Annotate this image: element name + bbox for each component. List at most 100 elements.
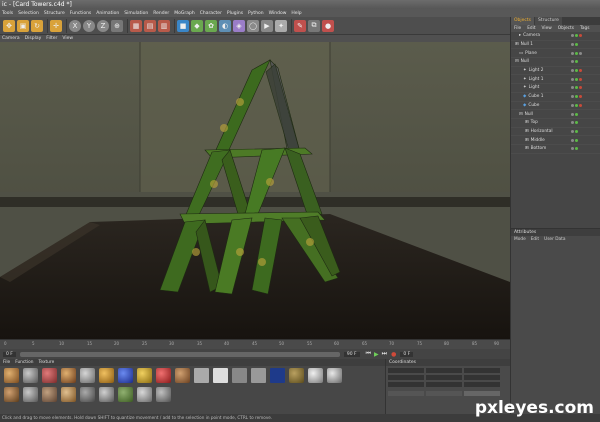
coord-field[interactable]	[426, 375, 462, 380]
material-swatch[interactable]	[175, 368, 190, 383]
sculpt-icon[interactable]: ✎	[294, 19, 306, 32]
material-swatch[interactable]	[80, 368, 95, 383]
coord-field[interactable]	[388, 375, 424, 380]
viewport-menu-display[interactable]: Display	[25, 36, 42, 41]
live-selection-icon[interactable]: ✛	[50, 19, 62, 32]
material-menu-function[interactable]: Function	[15, 360, 33, 365]
rotate-tool-icon[interactable]: ↻	[31, 19, 43, 32]
viewport-menu-view[interactable]: View	[62, 36, 73, 41]
subdivision-surface-icon[interactable]: ◆	[191, 19, 203, 32]
object-row-null1[interactable]: ⊞ Null 1	[511, 41, 600, 50]
material-swatch[interactable]	[118, 387, 133, 402]
object-row-cube[interactable]: ◆ Cube	[511, 102, 600, 111]
tab-structure[interactable]: Structure	[535, 17, 562, 25]
material-swatch[interactable]	[308, 368, 323, 383]
menu-selection[interactable]: Selection	[18, 11, 39, 16]
coord-field[interactable]	[388, 368, 424, 373]
object-row-light1[interactable]: ✦ Light 1	[511, 75, 600, 85]
start-frame-field[interactable]: 0 F	[3, 351, 16, 357]
om-menu-edit[interactable]: Edit	[527, 26, 535, 31]
collapse-icon[interactable]: ⊟	[519, 112, 523, 117]
menu-tools[interactable]: Tools	[2, 11, 13, 16]
y-axis-icon[interactable]: Y	[83, 19, 95, 32]
om-menu-view[interactable]: View	[542, 26, 552, 31]
material-menu-file[interactable]: File	[3, 360, 10, 365]
material-swatch[interactable]	[251, 368, 266, 383]
coord-field[interactable]	[388, 382, 424, 387]
material-swatch[interactable]	[118, 368, 133, 383]
material-swatch[interactable]	[137, 368, 152, 383]
camera-icon[interactable]: ▶	[261, 19, 273, 32]
material-swatch[interactable]	[61, 387, 76, 402]
menu-functions[interactable]: Functions	[70, 11, 92, 16]
menu-render[interactable]: Render	[153, 11, 169, 16]
material-swatch[interactable]	[61, 368, 76, 383]
menu-python[interactable]: Python	[248, 11, 264, 16]
coord-field[interactable]	[464, 375, 500, 380]
material-swatch[interactable]	[232, 368, 247, 383]
menu-help[interactable]: Help	[291, 11, 301, 16]
3d-viewport[interactable]	[0, 42, 510, 339]
material-swatch[interactable]	[137, 387, 152, 402]
object-row-light2[interactable]: ✦ Light 2	[511, 67, 600, 76]
material-swatch[interactable]	[270, 368, 285, 383]
coord-field[interactable]	[464, 382, 500, 387]
menu-animation[interactable]: Animation	[96, 11, 119, 16]
end-frame-field[interactable]: 90 F	[343, 351, 360, 357]
play-icon[interactable]: ▶	[374, 351, 379, 358]
object-row-null-2[interactable]: ⊟ Null	[511, 110, 600, 119]
viewport-menu-filter[interactable]: Filter	[46, 36, 57, 41]
material-swatch[interactable]	[213, 368, 228, 383]
menu-simulation[interactable]: Simulation	[124, 11, 148, 16]
tab-objects[interactable]: Objects	[511, 17, 535, 25]
environment-icon[interactable]: ◯	[247, 19, 259, 32]
material-swatch[interactable]	[4, 387, 19, 402]
move-tool-icon[interactable]: ✥	[3, 19, 15, 32]
light-icon[interactable]: ✦	[275, 19, 287, 32]
material-swatch[interactable]	[327, 368, 342, 383]
om-menu-tags[interactable]: Tags	[580, 26, 590, 31]
menu-character[interactable]: Character	[200, 11, 222, 16]
layout-icon[interactable]: ⧉	[308, 19, 320, 32]
render-settings-icon[interactable]: ▥	[158, 19, 170, 32]
material-swatch[interactable]	[42, 387, 57, 402]
go-to-start-icon[interactable]: ⏮	[366, 350, 371, 358]
record-key-icon[interactable]: ●	[391, 351, 396, 358]
material-swatch[interactable]	[23, 368, 38, 383]
attr-menu-user-data[interactable]: User Data	[544, 237, 565, 242]
material-swatch[interactable]	[99, 387, 114, 402]
om-menu-objects[interactable]: Objects	[558, 26, 574, 31]
render-view-icon[interactable]: ▦	[130, 19, 142, 32]
coord-size-dropdown[interactable]	[426, 391, 462, 396]
render-picture-viewer-icon[interactable]: ▤	[144, 19, 156, 32]
viewport-menu-camera[interactable]: Camera	[2, 36, 20, 41]
expand-icon[interactable]: ⊞	[515, 42, 519, 47]
object-row-top[interactable]: ⊞ Top	[511, 119, 600, 128]
collapse-icon[interactable]: ⊟	[515, 59, 519, 64]
material-swatch[interactable]	[23, 387, 38, 402]
menu-window[interactable]: Window	[269, 11, 287, 16]
x-axis-icon[interactable]: X	[69, 19, 81, 32]
menu-mograph[interactable]: MoGraph	[174, 11, 194, 16]
attr-menu-edit[interactable]: Edit	[531, 237, 539, 242]
coord-apply-button[interactable]	[464, 391, 500, 396]
object-row-light[interactable]: ✦ Light	[511, 84, 600, 93]
coordinate-system-icon[interactable]: ⊕	[111, 19, 123, 32]
array-icon[interactable]: ✿	[205, 19, 217, 32]
coord-field[interactable]	[464, 368, 500, 373]
frame-range-slider[interactable]	[19, 351, 340, 357]
current-frame-field[interactable]: 0 F	[400, 351, 414, 357]
record-icon[interactable]: ●	[322, 19, 334, 32]
material-swatch[interactable]	[42, 368, 57, 383]
attr-menu-mode[interactable]: Mode	[514, 237, 526, 242]
coord-field[interactable]	[426, 368, 462, 373]
material-swatch[interactable]	[80, 387, 95, 402]
go-to-end-icon[interactable]: ⏭	[382, 350, 387, 358]
material-swatch[interactable]	[99, 368, 114, 383]
z-axis-icon[interactable]: Z	[97, 19, 109, 32]
coord-field[interactable]	[426, 382, 462, 387]
object-row-middle[interactable]: ⊞ Middle	[511, 136, 600, 145]
menu-plugins[interactable]: Plugins	[227, 11, 243, 16]
object-row-null[interactable]: ⊟ Null	[511, 58, 600, 67]
material-swatch[interactable]	[289, 368, 304, 383]
